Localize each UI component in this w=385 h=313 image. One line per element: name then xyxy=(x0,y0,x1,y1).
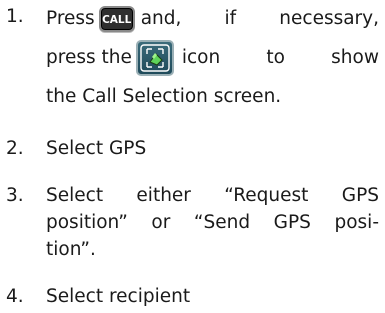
step-line: position” or “Send GPS posi- xyxy=(46,212,379,233)
step-number: 3. xyxy=(6,185,24,206)
step-2: 2. Select GPS xyxy=(0,136,385,162)
step-text-part: icon to show xyxy=(181,47,379,68)
step-number: 4. xyxy=(6,286,24,307)
step-text-part: press the xyxy=(46,47,132,68)
step-text: Select GPS xyxy=(46,138,147,159)
step-line: tion”. xyxy=(46,239,96,260)
step-text-part: and, if necessary, xyxy=(140,8,379,29)
step-line: the Call Selection screen. xyxy=(46,86,282,107)
step-line: Select either “Request GPS xyxy=(46,185,379,206)
call-selection-icon xyxy=(135,40,174,76)
call-selection-icon-graphic xyxy=(140,44,170,72)
step-1: 1. Press CALL and, if necessary, press t… xyxy=(0,4,385,128)
step-text-part: Press xyxy=(46,8,95,29)
call-key-icon: CALL xyxy=(98,6,135,32)
step-number: 1. xyxy=(6,6,24,27)
step-text: Select recipient xyxy=(46,286,191,307)
step-4: 4. Select recipient xyxy=(0,284,385,310)
step-line: press the icon to show xyxy=(46,40,379,76)
step-line: Press CALL and, if necessary, xyxy=(46,4,379,34)
step-number: 2. xyxy=(6,138,24,159)
step-3: 3. Select either “Request GPS position” … xyxy=(0,183,385,267)
